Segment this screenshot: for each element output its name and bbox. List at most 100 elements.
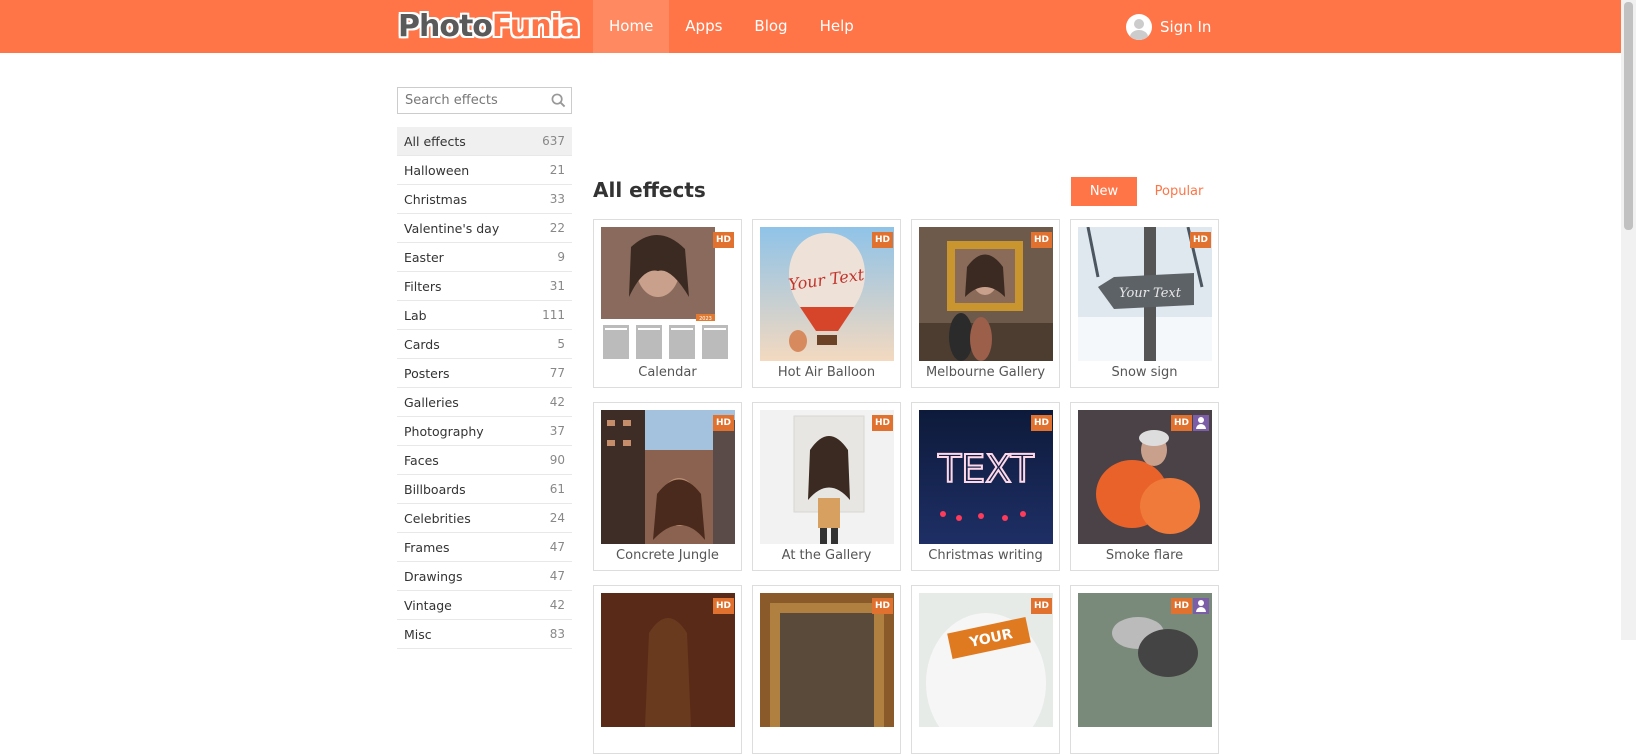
hd-badge: HD xyxy=(713,232,735,248)
category-count: 637 xyxy=(542,134,565,148)
effect-card[interactable]: HD xyxy=(1070,585,1219,754)
effect-label: Calendar xyxy=(638,365,697,380)
user-photo-icon xyxy=(1193,598,1209,614)
effect-card-christmas-writing[interactable]: TEXT HD Christmas writing xyxy=(911,402,1060,571)
category-label: Christmas xyxy=(404,191,468,207)
sign-in-link[interactable]: Sign In xyxy=(1126,12,1211,42)
category-count: 42 xyxy=(549,395,565,409)
hd-badge: HD xyxy=(872,232,894,248)
effect-card[interactable]: HD xyxy=(752,585,901,754)
category-item[interactable]: Photography 37 xyxy=(397,417,572,446)
category-count: 5 xyxy=(557,337,565,351)
hd-badge: HD xyxy=(872,415,894,431)
category-item[interactable]: Halloween 21 xyxy=(397,156,572,185)
effect-card-calendar[interactable]: 2023 HD Calendar xyxy=(593,219,742,388)
category-count: 90 xyxy=(549,453,565,467)
hd-badge: HD xyxy=(1190,232,1212,248)
logo-text: PhotoFunia xyxy=(398,8,580,44)
category-count: 24 xyxy=(549,511,565,525)
effect-card-smoke-flare[interactable]: HD Smoke flare xyxy=(1070,402,1219,571)
search-input[interactable] xyxy=(398,88,548,113)
svg-text:Your Text: Your Text xyxy=(1119,286,1182,301)
category-count: 37 xyxy=(549,424,565,438)
category-item[interactable]: Galleries 42 xyxy=(397,388,572,417)
category-label: Drawings xyxy=(404,568,463,584)
category-label: Filters xyxy=(404,278,442,294)
hd-badge: HD xyxy=(1031,415,1053,431)
category-label: Posters xyxy=(404,365,450,381)
category-item[interactable]: All effects 637 xyxy=(397,127,572,156)
scrollbar-thumb[interactable] xyxy=(1624,2,1633,230)
category-item[interactable]: Lab 111 xyxy=(397,301,572,330)
category-item[interactable]: Cards 5 xyxy=(397,330,572,359)
effect-card[interactable]: YOUR HD xyxy=(911,585,1060,754)
hd-badge: HD xyxy=(872,598,894,614)
category-label: Easter xyxy=(404,249,444,265)
category-count: 47 xyxy=(549,540,565,554)
nav-blog[interactable]: Blog xyxy=(738,0,803,53)
hd-badge: HD xyxy=(713,598,735,614)
effect-label: Melbourne Gallery xyxy=(925,365,1046,380)
category-item[interactable]: Drawings 47 xyxy=(397,562,572,591)
category-count: 33 xyxy=(549,192,565,206)
hd-badge: HD xyxy=(1031,598,1053,614)
category-label: Galleries xyxy=(404,394,459,410)
category-item[interactable]: Misc 83 xyxy=(397,620,572,649)
hd-badge: HD xyxy=(1171,598,1193,614)
category-item[interactable]: Frames 47 xyxy=(397,533,572,562)
nav-apps[interactable]: Apps xyxy=(669,0,738,53)
search-icon[interactable] xyxy=(551,93,566,108)
category-count: 47 xyxy=(549,569,565,583)
category-label: Valentine's day xyxy=(404,220,500,236)
category-item[interactable]: Filters 31 xyxy=(397,272,572,301)
category-label: Cards xyxy=(404,336,440,352)
category-label: Celebrities xyxy=(404,510,471,526)
effect-card[interactable]: HD xyxy=(593,585,742,754)
category-count: 9 xyxy=(557,250,565,264)
category-item[interactable]: Valentine's day 22 xyxy=(397,214,572,243)
sort-new-button[interactable]: New xyxy=(1071,177,1137,206)
category-count: 61 xyxy=(549,482,565,496)
category-count: 22 xyxy=(549,221,565,235)
effect-label: Hot Air Balloon xyxy=(777,365,876,380)
category-count: 111 xyxy=(542,308,565,322)
top-navigation-bar: PhotoFunia Home Apps Blog Help Sign In xyxy=(0,0,1621,53)
effect-label: At the Gallery xyxy=(781,548,872,563)
svg-text:2023: 2023 xyxy=(699,316,712,322)
category-item[interactable]: Faces 90 xyxy=(397,446,572,475)
user-photo-icon xyxy=(1193,415,1209,431)
effect-card-hot-air-balloon[interactable]: Your Text HD Hot Air Balloon xyxy=(752,219,901,388)
category-label: All effects xyxy=(404,133,466,149)
effect-label: Snow sign xyxy=(1111,365,1178,380)
category-label: Vintage xyxy=(404,597,452,613)
category-label: Halloween xyxy=(404,162,470,178)
nav-home[interactable]: Home xyxy=(593,0,670,53)
effect-label: Concrete Jungle xyxy=(616,548,719,563)
effect-label: Smoke flare xyxy=(1105,548,1184,563)
category-count: 31 xyxy=(549,279,565,293)
category-item[interactable]: Easter 9 xyxy=(397,243,572,272)
effect-label: Christmas writing xyxy=(928,548,1043,563)
category-count: 77 xyxy=(549,366,565,380)
hd-badge: HD xyxy=(713,415,735,431)
category-label: Photography xyxy=(404,423,484,439)
nav-help[interactable]: Help xyxy=(804,0,870,53)
category-item[interactable]: Posters 77 xyxy=(397,359,572,388)
effect-card-melbourne-gallery[interactable]: HD Melbourne Gallery xyxy=(911,219,1060,388)
category-count: 21 xyxy=(549,163,565,177)
effect-card-concrete-jungle[interactable]: HD Concrete Jungle xyxy=(593,402,742,571)
category-label: Frames xyxy=(404,539,450,555)
category-sidebar: All effects 637 Halloween 21 Christmas 33 Vale… xyxy=(397,127,572,649)
category-label: Faces xyxy=(404,452,439,468)
category-count: 42 xyxy=(549,598,565,612)
category-item[interactable]: Christmas 33 xyxy=(397,185,572,214)
ad-space xyxy=(592,80,1212,170)
effect-card-at-the-gallery[interactable]: HD At the Gallery xyxy=(752,402,901,571)
category-item[interactable]: Billboards 61 xyxy=(397,475,572,504)
hd-badge: HD xyxy=(1031,232,1053,248)
category-item[interactable]: Celebrities 24 xyxy=(397,504,572,533)
category-item[interactable]: Vintage 42 xyxy=(397,591,572,620)
effect-card-snow-sign[interactable]: Your Text HD Snow sign xyxy=(1070,219,1219,388)
sort-popular-button[interactable]: Popular xyxy=(1144,177,1214,206)
photofunia-logo[interactable]: PhotoFunia xyxy=(398,6,580,46)
